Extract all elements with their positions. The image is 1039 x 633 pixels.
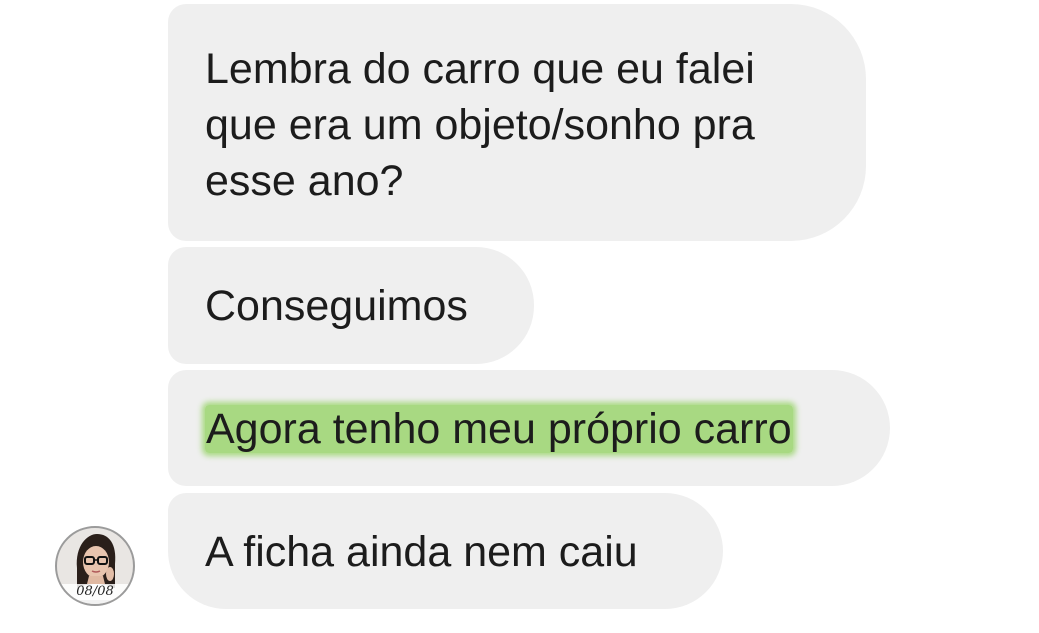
- message-bubble-highlighted[interactable]: Agora tenho meu próprio carro: [168, 370, 890, 486]
- sender-avatar[interactable]: 08/08: [55, 526, 135, 606]
- message-bubble[interactable]: A ficha ainda nem caiu: [168, 493, 723, 609]
- message-bubble[interactable]: Conseguimos: [168, 247, 534, 364]
- message-text: A ficha ainda nem caiu: [205, 528, 638, 576]
- avatar-date-label: 08/08: [57, 584, 133, 600]
- message-text: Lembra do carro que eu falei que era um …: [205, 45, 755, 205]
- message-text: Conseguimos: [205, 282, 468, 330]
- message-bubble[interactable]: Lembra do carro que eu falei que era um …: [168, 4, 866, 241]
- highlighted-message-text: Agora tenho meu próprio carro: [205, 405, 793, 453]
